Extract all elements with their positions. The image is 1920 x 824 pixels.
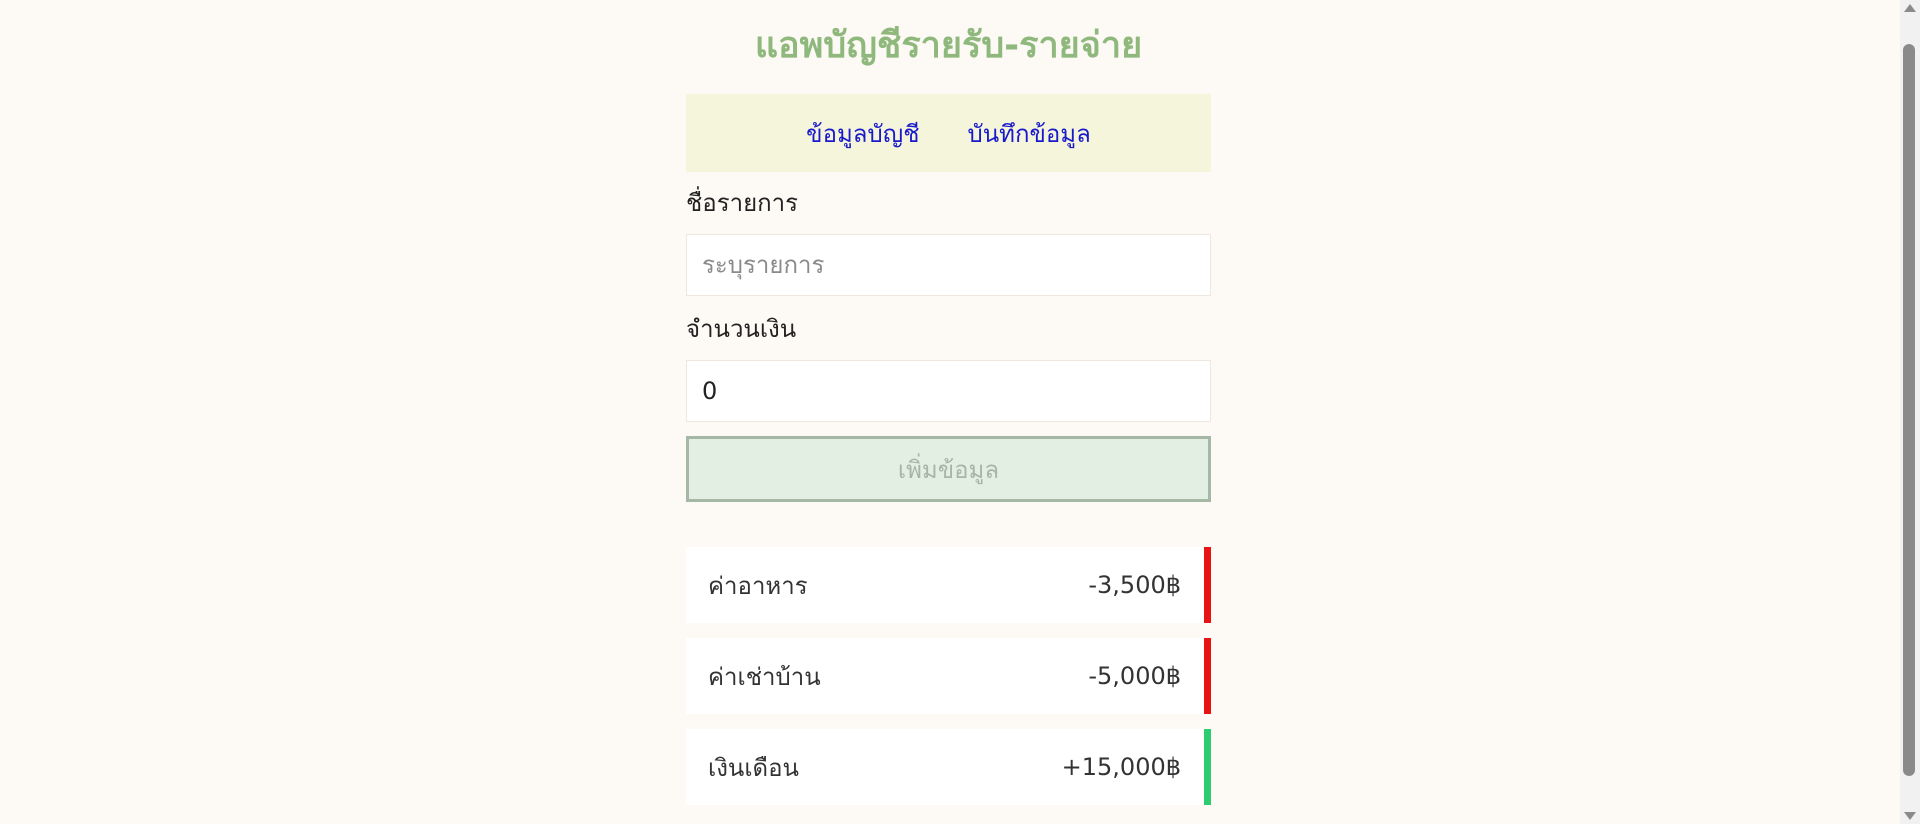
vertical-scrollbar[interactable]	[1900, 0, 1920, 824]
transaction-title: ค่าเช่าบ้าน	[708, 662, 821, 691]
item-name-input[interactable]	[686, 234, 1211, 296]
transaction-amount: -3,500฿	[1088, 571, 1181, 599]
scroll-thumb[interactable]	[1903, 44, 1915, 776]
add-data-button[interactable]: เพิ่มข้อมูล	[686, 436, 1211, 502]
app-title: แอพบัญชีรายรับ-รายจ่าย	[754, 25, 1143, 66]
transaction-item: ค่าอาหาร -3,500฿	[686, 547, 1211, 623]
page: แอพบัญชีรายรับ-รายจ่าย ข้อมูลบัญชี บันทึ…	[0, 0, 1920, 824]
transaction-title: ค่าอาหาร	[708, 571, 808, 600]
item-name-label: ชื่อรายการ	[686, 189, 799, 217]
scroll-down-arrow-icon[interactable]	[1904, 812, 1916, 820]
app-container: แอพบัญชีรายรับ-รายจ่าย ข้อมูลบัญชี บันทึ…	[686, 0, 1211, 820]
amount-label: จำนวนเงิน	[686, 315, 797, 343]
nav-link-record-data[interactable]: บันทึกข้อมูล	[967, 114, 1090, 153]
nav-link-account-info[interactable]: ข้อมูลบัญชี	[806, 114, 919, 153]
income-indicator	[1204, 729, 1211, 805]
transaction-list: ค่าอาหาร -3,500฿ ค่าเช่าบ้าน -5,000฿ เงิ…	[686, 547, 1211, 805]
transaction-form: ชื่อรายการ จำนวนเงิน เพิ่มข้อมูล	[686, 185, 1211, 502]
scroll-up-arrow-icon[interactable]	[1904, 4, 1916, 12]
expense-indicator	[1204, 638, 1211, 714]
amount-input[interactable]	[686, 360, 1211, 422]
expense-indicator	[1204, 547, 1211, 623]
transaction-title: เงินเดือน	[708, 753, 799, 782]
transaction-item: เงินเดือน +15,000฿	[686, 729, 1211, 805]
transaction-amount: +15,000฿	[1061, 753, 1181, 781]
transaction-amount: -5,000฿	[1088, 662, 1181, 690]
transaction-item: ค่าเช่าบ้าน -5,000฿	[686, 638, 1211, 714]
nav-bar: ข้อมูลบัญชี บันทึกข้อมูล	[686, 94, 1211, 172]
